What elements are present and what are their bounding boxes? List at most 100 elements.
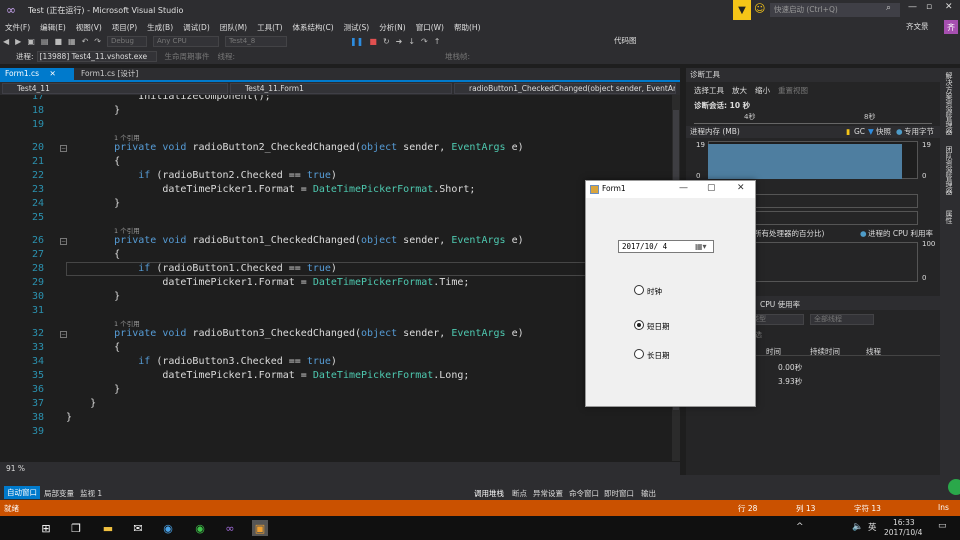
tab-immediate-window[interactable]: 即时窗口 — [604, 488, 634, 499]
code-line[interactable]: 30 } — [0, 290, 672, 304]
calendar-dropdown-icon[interactable]: ▦▾ — [695, 242, 707, 251]
code-line[interactable]: 39 — [0, 425, 672, 439]
zoom-level-dropdown[interactable]: 91 % — [6, 464, 25, 473]
table-row[interactable]: 0.00秒 — [778, 362, 802, 373]
menu-debug[interactable]: 调试(D) — [183, 22, 210, 33]
mail-icon[interactable]: ✉ — [130, 520, 146, 536]
code-line[interactable]: 28 if (radioButton1.Checked == true) — [0, 262, 672, 276]
code-line[interactable]: 24 } — [0, 197, 672, 211]
start-icon[interactable]: ⊞ — [38, 520, 54, 536]
code-line[interactable]: 33 { — [0, 341, 672, 355]
platform-dropdown[interactable]: Any CPU — [152, 35, 219, 47]
menu-team[interactable]: 团队(M) — [220, 22, 247, 33]
maximize-icon[interactable]: ▫ — [926, 2, 932, 12]
menu-tools[interactable]: 工具(T) — [257, 22, 282, 33]
select-tools-button[interactable]: 选择工具 — [694, 85, 724, 96]
fold-toggle-icon[interactable]: − — [60, 331, 67, 338]
radio-long-date-label[interactable]: 长日期 — [647, 350, 670, 361]
menu-project[interactable]: 项目(P) — [112, 22, 137, 33]
file-explorer-icon[interactable]: ▬ — [100, 520, 116, 536]
close-icon[interactable]: ✕ — [49, 69, 55, 78]
action-center-icon[interactable]: ▭ — [938, 521, 947, 531]
process-dropdown[interactable]: [13988] Test4_11.vshost.exe — [36, 50, 157, 62]
quick-launch-input[interactable]: 快速启动 (Ctrl+Q) — [770, 3, 900, 17]
volume-icon[interactable]: 🔈 — [852, 522, 863, 532]
minimize-icon[interactable]: — — [679, 183, 688, 193]
table-row[interactable]: 3.93秒 — [778, 376, 802, 387]
step-into-icon[interactable]: ↓ — [408, 37, 415, 46]
tab-form1-cs[interactable]: Form1.cs ✕ — [0, 68, 74, 80]
code-line[interactable]: 35 dateTimePicker1.Format = DateTimePick… — [0, 369, 672, 383]
member-dropdown[interactable]: radioButton1_CheckedChanged(object sende… — [454, 83, 676, 94]
code-line[interactable]: 26 private void radioButton1_CheckedChan… — [0, 234, 672, 248]
thread-filter-dropdown[interactable]: 全部线程 — [810, 314, 874, 325]
new-project-icon[interactable]: ▣ — [27, 37, 35, 46]
config-dropdown[interactable]: Debug — [106, 35, 147, 47]
tab-watch-1[interactable]: 监视 1 — [80, 488, 102, 499]
show-next-statement-icon[interactable]: ➜ — [396, 37, 403, 46]
reset-view-button[interactable]: 重置视图 — [778, 85, 808, 96]
pause-icon[interactable]: ❚❚ — [350, 37, 363, 46]
notification-filter-icon[interactable]: ▼ — [733, 0, 751, 20]
close-icon[interactable]: ✕ — [945, 2, 953, 12]
zoom-out-button[interactable]: 缩小 — [755, 85, 770, 96]
menu-architecture[interactable]: 体系结构(C) — [293, 22, 334, 33]
code-line[interactable]: 32 private void radioButton3_CheckedChan… — [0, 327, 672, 341]
code-line[interactable]: 36 } — [0, 383, 672, 397]
code-line[interactable]: 21 { — [0, 155, 672, 169]
step-over-icon[interactable]: ↷ — [421, 37, 428, 46]
tab-team-explorer[interactable]: 团队资源管理器 — [944, 146, 954, 195]
code-line[interactable]: 38} — [0, 411, 672, 425]
save-icon[interactable]: ■ — [54, 37, 62, 46]
tab-command-window[interactable]: 命令窗口 — [569, 488, 599, 499]
tab-cpu-usage[interactable]: CPU 使用率 — [760, 299, 800, 310]
tab-call-stack[interactable]: 调用堆栈 — [474, 488, 504, 499]
browser-icon[interactable]: ◉ — [160, 520, 176, 536]
radio-short-date-label[interactable]: 短日期 — [647, 321, 670, 332]
code-line[interactable]: 31 — [0, 304, 672, 318]
close-icon[interactable]: ✕ — [737, 183, 745, 193]
lifecycle-events-button[interactable]: 生命周期事件 — [165, 51, 210, 62]
startup-project-dropdown[interactable]: Test4_8 — [224, 35, 287, 47]
code-editor[interactable]: 17 InitializeComponent(); 18 } 19 1 个引用 20 p… — [0, 95, 672, 461]
stop-icon[interactable]: ■ — [369, 37, 377, 46]
clock-date[interactable]: 2017/10/4 — [884, 528, 922, 537]
save-all-icon[interactable]: ▦ — [68, 37, 76, 46]
app-green-icon[interactable]: ◉ — [192, 520, 208, 536]
feedback-smile-icon[interactable]: ☺ — [754, 2, 765, 15]
column-thread[interactable]: 线程 — [866, 346, 881, 357]
undo-icon[interactable]: ↶ — [82, 37, 89, 46]
tab-autos[interactable]: 自动窗口 — [4, 486, 40, 499]
tab-properties[interactable]: 属性 — [944, 210, 954, 224]
code-line[interactable]: 23 dateTimePicker1.Format = DateTimePick… — [0, 183, 672, 197]
code-line[interactable]: 17 InitializeComponent(); — [0, 95, 672, 104]
radio-long-date[interactable] — [634, 349, 644, 359]
open-icon[interactable]: ▤ — [41, 37, 49, 46]
tab-output[interactable]: 输出 — [641, 488, 656, 499]
column-duration[interactable]: 持续时间 — [810, 346, 840, 357]
restart-icon[interactable]: ↻ — [383, 37, 390, 46]
forward-icon[interactable]: ▶ — [15, 37, 21, 46]
task-view-icon[interactable]: ❐ — [68, 520, 84, 536]
form1-taskbar-icon[interactable]: ▣ — [252, 520, 268, 536]
tab-breakpoints[interactable]: 断点 — [512, 488, 527, 499]
code-line[interactable]: 34 if (radioButton3.Checked == true) — [0, 355, 672, 369]
input-language[interactable]: 英 — [868, 521, 877, 533]
tab-exception-settings[interactable]: 异常设置 — [533, 488, 563, 499]
type-filter-dropdown[interactable]: 类型 — [748, 314, 804, 325]
menu-view[interactable]: 视图(V) — [76, 22, 102, 33]
tab-form1-design[interactable]: Form1.cs [设计] — [76, 68, 150, 80]
date-time-picker[interactable]: 2017/10/ 4 ▦▾ — [618, 240, 714, 253]
clock-time[interactable]: 16:33 — [893, 518, 915, 527]
column-time[interactable]: 时间 — [766, 346, 781, 357]
menu-test[interactable]: 测试(S) — [344, 22, 370, 33]
radio-clock[interactable] — [634, 285, 644, 295]
maximize-icon[interactable]: ▢ — [707, 183, 716, 193]
back-icon[interactable]: ◀ — [3, 37, 9, 46]
menu-file[interactable]: 文件(F) — [5, 22, 30, 33]
radio-clock-label[interactable]: 时钟 — [647, 286, 662, 297]
fold-toggle-icon[interactable]: − — [60, 238, 67, 245]
class-dropdown[interactable]: Test4_11.Form1 — [230, 83, 452, 94]
step-out-icon[interactable]: ↑ — [434, 37, 441, 46]
visual-studio-taskbar-icon[interactable]: ∞ — [222, 520, 238, 536]
